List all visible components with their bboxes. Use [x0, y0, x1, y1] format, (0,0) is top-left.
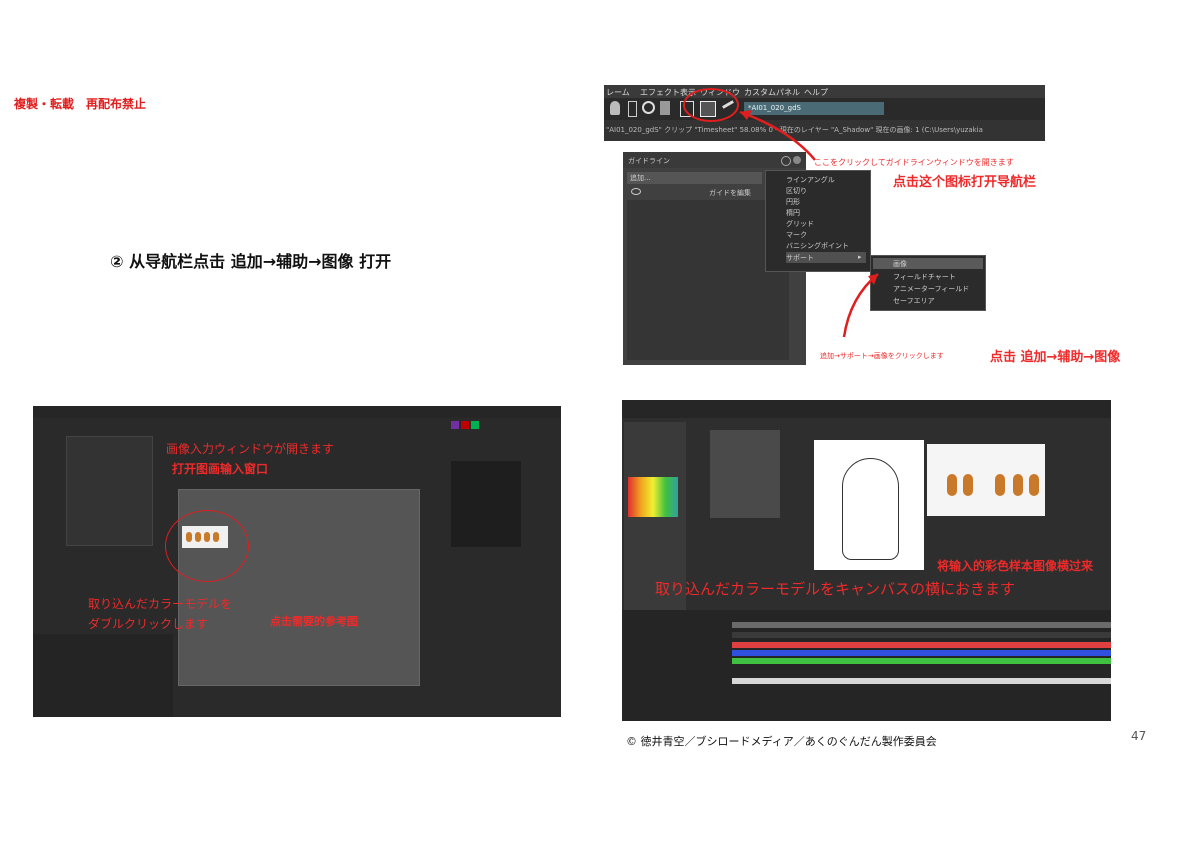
submenu-item[interactable]: 区切り	[786, 186, 807, 196]
character-sketch	[842, 458, 899, 560]
support-item[interactable]: アニメーターフィールド	[893, 284, 969, 294]
submenu-item[interactable]: グリッド	[786, 219, 814, 229]
annotation-place-beside-jp: 取り込んだカラーモデルをキャンバスの横におきます	[655, 580, 1016, 598]
annotation-double-click-jp-1: 取り込んだカラーモデルを	[88, 597, 233, 611]
credit-line: © 徳井青空／ブシロードメディア／あくのぐんだん製作委員会	[626, 735, 937, 748]
panel-title: ガイドライン	[628, 157, 670, 165]
track-white	[732, 678, 1111, 684]
search-icon[interactable]	[642, 101, 655, 114]
add-submenu: ラインアングル 区切り 円形 楕円 グリッド マーク バニシングポイント サポー…	[765, 170, 871, 272]
annotation-double-click-cn: 点击需要的参考图	[270, 615, 358, 628]
track-green	[732, 622, 1111, 628]
menu-bar: レーム エフェクト 表示 ウィンドウ カスタムパネル ヘルプ	[604, 85, 1045, 98]
timeline-strip	[33, 634, 173, 717]
annotation-add-support-cn: 点击 追加→辅助→图像	[990, 350, 1121, 365]
menu-icon[interactable]	[781, 156, 791, 166]
menu-item[interactable]: カスタムパネル	[744, 87, 800, 98]
annotation-add-support-jp: 追加→サポート→画像をクリックします	[820, 352, 944, 360]
step-title: ② 从导航栏点击 追加→辅助→图像 打开	[110, 252, 392, 271]
support-item[interactable]: セーフエリア	[893, 296, 935, 306]
menubar-screenshot: レーム エフェクト 表示 ウィンドウ カスタムパネル ヘルプ *AI01_020…	[604, 85, 1045, 141]
main-canvas	[814, 440, 924, 570]
add-button[interactable]: 追加...	[627, 172, 762, 184]
annotation-open-guide-cn: 点击这个图标打开导航栏	[893, 175, 1037, 190]
left-panel	[66, 436, 153, 546]
menu-item[interactable]: レーム	[606, 87, 630, 98]
track-red	[732, 642, 1111, 648]
phone-icon[interactable]	[628, 101, 637, 117]
submenu-item[interactable]: 楕円	[786, 208, 800, 218]
color-palette[interactable]	[628, 477, 678, 517]
track-orange	[732, 632, 1111, 638]
annotation-place-beside-cn: 将输入的彩色样本图像横过来	[937, 559, 1094, 573]
track-green2	[732, 658, 1111, 664]
menu-item[interactable]: エフェクト	[640, 87, 680, 98]
top-toolbar	[33, 406, 561, 418]
eye-icon[interactable]	[631, 188, 641, 195]
chevron-right-icon: ▸	[858, 253, 862, 261]
support-item[interactable]: フィールドチャート	[893, 272, 956, 282]
page-number: 47	[1131, 729, 1147, 743]
layer-property-panel	[710, 430, 780, 518]
edit-guide-label[interactable]: ガイドを編集	[709, 188, 751, 198]
color-model-image	[927, 444, 1045, 516]
color-swatches	[451, 421, 491, 451]
copyright-notice: 複製・転載 再配布禁止	[14, 97, 147, 111]
highlight-circle-thumbnail	[165, 510, 249, 582]
track-blue	[732, 650, 1111, 656]
submenu-item[interactable]: マーク	[786, 230, 807, 240]
annotation-window-opens-cn: 打开图画输入窗口	[172, 462, 269, 476]
annotation-double-click-jp-2: ダブルクリックします	[88, 617, 209, 631]
toolbar: *AI01_020_gdS	[604, 98, 1045, 120]
right-panel	[451, 461, 521, 547]
panel-titlebar: ガイドライン	[623, 152, 806, 168]
submenu-item[interactable]: 円形	[786, 197, 800, 207]
timeline-panel	[622, 610, 1111, 721]
arrow-to-support-menu	[842, 273, 879, 338]
submenu-item[interactable]: バニシングポイント	[786, 241, 849, 251]
tool-icon[interactable]	[660, 101, 670, 115]
submenu-item[interactable]: ラインアングル	[786, 175, 835, 185]
settings-icon[interactable]	[793, 156, 801, 164]
annotation-window-opens-jp: 画像入力ウィンドウが開きます	[166, 442, 335, 456]
lightbulb-icon[interactable]	[610, 101, 620, 115]
menu-toolbar	[622, 400, 1111, 418]
annotation-open-guide-jp: ここをクリックしてガイドラインウィンドウを開きます	[814, 158, 1014, 167]
menu-item[interactable]: ヘルプ	[804, 87, 828, 98]
